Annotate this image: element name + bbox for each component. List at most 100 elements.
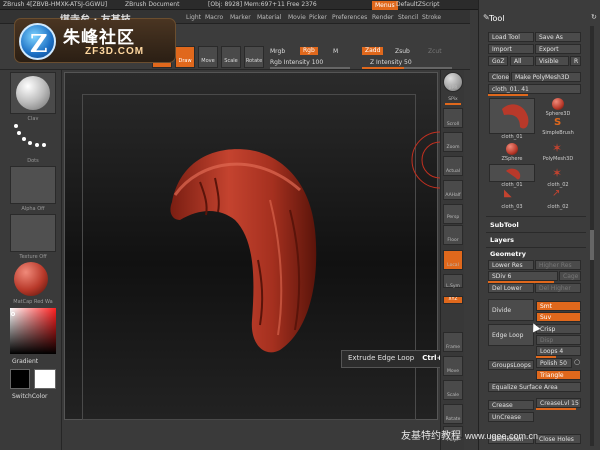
dots-stroke-icon	[14, 124, 46, 147]
save-as-button[interactable]: Save As	[535, 32, 581, 42]
switch-color-button[interactable]: SwitchColor	[12, 393, 48, 400]
tool-thumb-cloth-main[interactable]	[489, 98, 535, 134]
menu-render[interactable]: Render	[372, 14, 393, 21]
loops-slider[interactable]: Loops 4	[536, 346, 581, 356]
divide-button[interactable]: Divide	[488, 299, 534, 321]
load-tool-button[interactable]: Load Tool	[488, 32, 534, 42]
zsphere-icon[interactable]	[506, 143, 518, 155]
document-title: ZBrush Document	[125, 1, 180, 8]
del-lower-button[interactable]: Del Lower	[488, 283, 534, 293]
goz-button[interactable]: GoZ	[488, 56, 508, 66]
clay-brush-icon	[16, 76, 50, 110]
stroke-dots-thumb[interactable]	[10, 120, 56, 162]
rgb-toggle[interactable]: Rgb	[300, 47, 318, 55]
brush-clay-thumb[interactable]	[10, 72, 56, 114]
uncrease-button[interactable]: UnCrease	[488, 412, 534, 422]
primary-color-swatch[interactable]	[10, 369, 30, 389]
palette-scrollbar-thumb[interactable]	[590, 230, 594, 260]
cloth-02-icon[interactable]: ✶	[552, 166, 562, 180]
all-button[interactable]: All	[510, 56, 534, 66]
texture-thumb[interactable]	[10, 214, 56, 252]
menu-picker[interactable]: Picker	[309, 14, 327, 21]
menus-button[interactable]: Menus	[372, 1, 398, 10]
zcut-toggle[interactable]: Zcut	[428, 48, 442, 55]
xyz-toggle[interactable]: XYZ	[443, 296, 463, 304]
tool-caption: cloth_01	[501, 134, 523, 140]
cloth-02-alt-icon[interactable]: ↗	[552, 188, 560, 199]
sdiv-slider[interactable]: SDiv 6	[488, 271, 558, 281]
rgb-intensity-track[interactable]	[270, 67, 350, 69]
visible-button[interactable]: Visible	[535, 56, 569, 66]
make-polymesh-button[interactable]: Make PolyMesh3D	[511, 72, 581, 82]
crease-level-slider[interactable]: CreaseLvl 15	[536, 398, 581, 408]
draw-button[interactable]: Draw	[175, 46, 195, 68]
disp-toggle[interactable]: Disp	[536, 335, 581, 345]
palette-collapse-icon[interactable]: ↻	[591, 13, 597, 21]
groups-loops-button[interactable]: GroupsLoops	[488, 360, 534, 370]
color-picker-cursor-icon[interactable]	[11, 312, 15, 316]
menu-stroke[interactable]: Stroke	[422, 14, 441, 21]
menu-preferences[interactable]: Preferences	[332, 14, 367, 21]
triangle-toggle[interactable]: Triangle	[536, 370, 581, 380]
scale-button[interactable]: Scale	[221, 46, 241, 68]
material-thumb[interactable]	[10, 262, 56, 298]
logo-badge-icon: Z	[19, 23, 56, 60]
menu-light[interactable]: Light	[186, 14, 201, 21]
m-toggle[interactable]: M	[333, 48, 338, 55]
mrgb-toggle[interactable]: Mrgb	[270, 48, 285, 55]
menu-stencil[interactable]: Stencil	[398, 14, 418, 21]
subtool-section[interactable]: SubTool	[490, 221, 519, 229]
export-button[interactable]: Export	[535, 44, 581, 54]
zsub-toggle[interactable]: Zsub	[395, 48, 410, 55]
clone-button[interactable]: Clone	[488, 72, 510, 82]
cloth-03-icon[interactable]: ◣	[504, 188, 512, 199]
del-higher-button[interactable]: Del Higher	[535, 283, 581, 293]
crease-button[interactable]: Crease	[488, 400, 534, 410]
menu-material[interactable]: Material	[257, 14, 281, 21]
persp-button[interactable]	[443, 204, 463, 224]
alpha-thumb[interactable]	[10, 166, 56, 204]
higher-res-button[interactable]: Higher Res	[535, 260, 581, 270]
tool-palette-title: Tool	[489, 14, 505, 23]
menu-marker[interactable]: Marker	[230, 14, 251, 21]
current-tool-slider[interactable]: cloth_01. 41	[488, 84, 581, 94]
smt-toggle[interactable]: Smt	[536, 301, 581, 311]
secondary-color-swatch[interactable]	[34, 369, 56, 389]
edge-loop-button[interactable]: Edge Loop	[488, 324, 534, 346]
menu-macro[interactable]: Macro	[205, 14, 223, 21]
color-picker-square[interactable]	[10, 308, 56, 354]
tool-thumb-cloth-01[interactable]	[489, 164, 535, 182]
spix-label: SPix	[448, 97, 458, 102]
persp-label: Persp	[446, 215, 460, 220]
tool-caption: cloth_02	[547, 204, 569, 210]
r-button[interactable]: R	[570, 56, 581, 66]
polish-slider[interactable]: Polish 50	[536, 358, 572, 368]
sphere3d-icon[interactable]	[552, 98, 564, 110]
zadd-toggle[interactable]: Zadd	[362, 47, 384, 55]
move-view-label: Move	[446, 369, 460, 374]
close-holes-button[interactable]: Close Holes	[535, 434, 581, 444]
polymesh3d-icon[interactable]: ✶	[552, 141, 562, 155]
gradient-label[interactable]: Gradient	[12, 358, 38, 365]
rgb-intensity-slider[interactable]: Rgb Intensity 100	[270, 59, 323, 66]
simplebrush-icon[interactable]: S	[554, 117, 561, 128]
brush-cursor-ring	[411, 131, 444, 189]
left-shelf: Clay Dots Alpha Off Texture Off MatCap R…	[0, 70, 62, 450]
layers-section[interactable]: Layers	[490, 236, 514, 244]
move-button[interactable]: Move	[198, 46, 218, 68]
geometry-section[interactable]: Geometry	[490, 250, 526, 258]
cage-button[interactable]: Cage	[559, 271, 581, 281]
spix-slider[interactable]	[445, 103, 461, 105]
cloth-model[interactable]	[160, 140, 330, 360]
equalize-surface-area-button[interactable]: Equalize Surface Area	[488, 382, 581, 392]
menu-movie[interactable]: Movie	[288, 14, 306, 21]
polish-circle-icon[interactable]: ○	[574, 358, 580, 366]
tool-caption: cloth_01	[501, 182, 523, 188]
crisp-toggle[interactable]: Crisp	[536, 324, 581, 334]
rotate-button[interactable]: Rotate	[244, 46, 264, 68]
z-intensity-fill	[362, 67, 404, 69]
suv-toggle[interactable]: Suv	[536, 312, 581, 322]
import-button[interactable]: Import	[488, 44, 534, 54]
z-intensity-slider[interactable]: Z Intensity 50	[370, 59, 412, 66]
lower-res-button[interactable]: Lower Res	[488, 260, 534, 270]
